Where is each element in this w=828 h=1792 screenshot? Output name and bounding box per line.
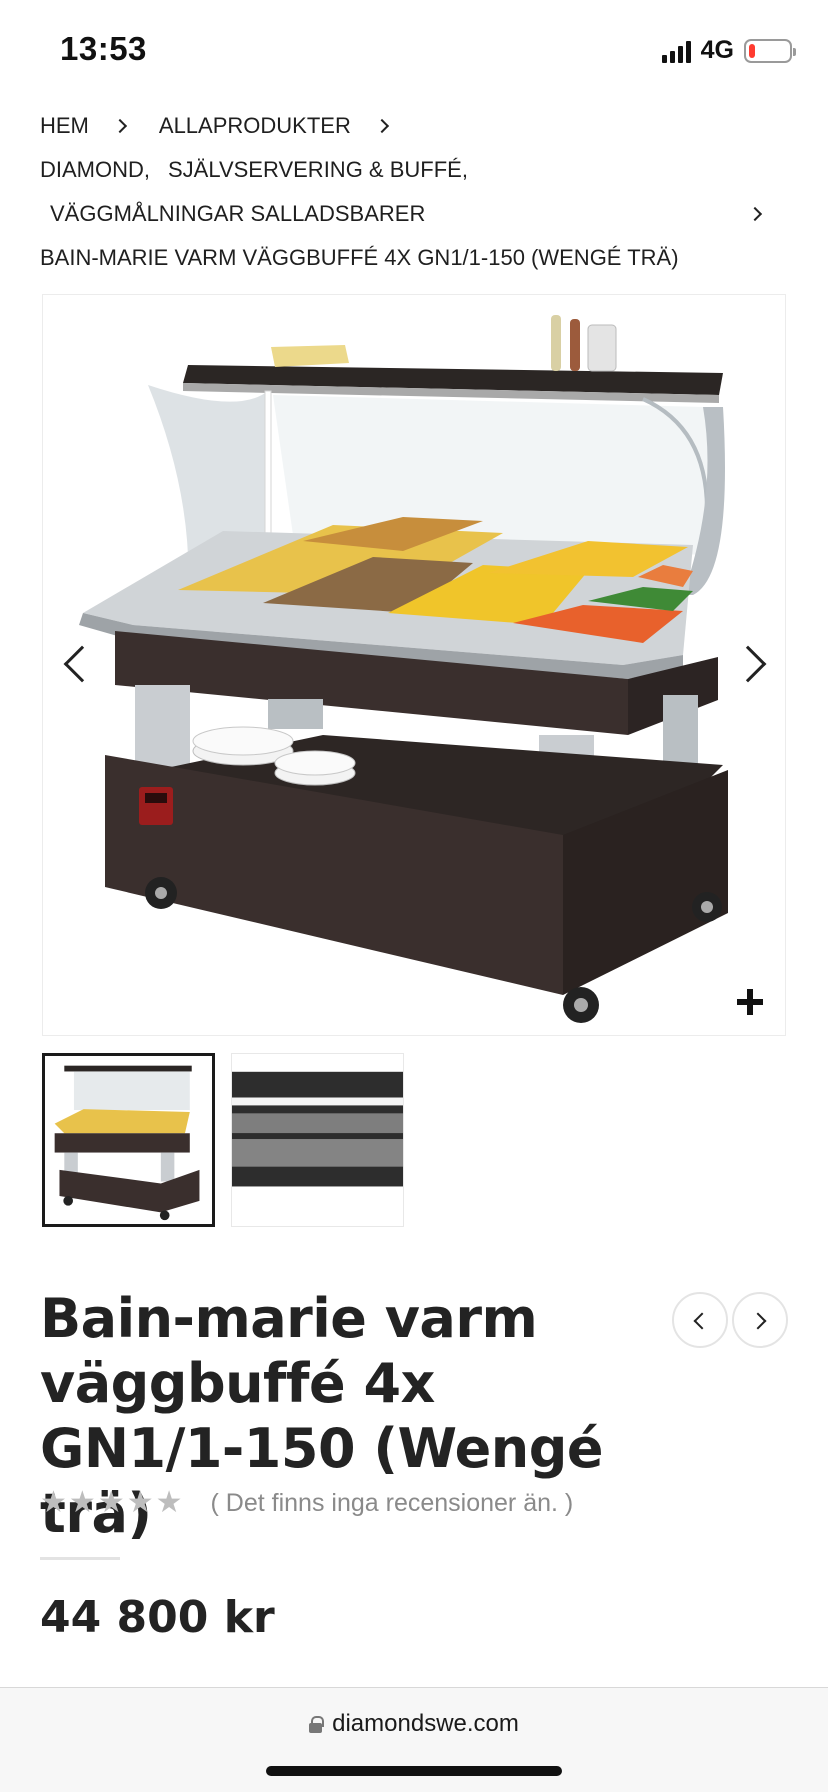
thumbnail-led-detail[interactable]	[231, 1053, 404, 1227]
breadcrumb-category-diamond[interactable]: DIAMOND,	[40, 157, 150, 183]
url-text: diamondswe.com	[332, 1710, 519, 1737]
breadcrumb-row: BAIN-MARIE VARM VÄGGBUFFÉ 4X GN1/1-150 (…	[40, 236, 780, 280]
divider	[40, 1557, 120, 1560]
chevron-right-icon	[747, 206, 763, 222]
chevron-right-icon	[374, 118, 389, 134]
lock-icon	[309, 1716, 325, 1733]
status-time: 13:53	[60, 30, 147, 67]
browser-bottom-bar: diamondswe.com	[0, 1687, 828, 1792]
product-gallery	[42, 294, 786, 1036]
breadcrumb-category-self-service[interactable]: SJÄLVSERVERING & BUFFÉ,	[168, 157, 468, 183]
breadcrumb-row: VÄGGMÅLNINGAR SALLADSBARER	[40, 192, 780, 236]
star-icon: ★	[40, 1486, 67, 1519]
breadcrumb-home[interactable]: HEM	[40, 113, 89, 139]
next-product-button[interactable]	[732, 1292, 788, 1348]
product-rating: ★ ★ ★ ★ ★ ( Det finns inga recensioner ä…	[40, 1488, 573, 1518]
star-icon: ★	[155, 1486, 183, 1519]
plus-icon[interactable]	[735, 987, 765, 1017]
breadcrumb-category-salad-bars[interactable]: VÄGGMÅLNINGAR SALLADSBARER	[50, 201, 425, 227]
chevron-right-icon	[749, 1312, 767, 1330]
thumbnail-led-image	[232, 1071, 403, 1187]
star-icon: ★	[126, 1486, 154, 1519]
product-image[interactable]	[43, 295, 787, 1037]
breadcrumb-row: HEM ALLAPRODUKTER	[40, 104, 780, 148]
breadcrumb-all-products[interactable]: ALLAPRODUKTER	[159, 113, 351, 139]
star-icon: ★	[68, 1486, 96, 1519]
signal-icon	[661, 39, 691, 63]
review-count-link[interactable]: ( Det finns inga recensioner än. )	[211, 1489, 574, 1518]
battery-level	[749, 43, 755, 58]
star-rating: ★ ★ ★ ★ ★	[40, 1488, 183, 1518]
home-indicator[interactable]	[266, 1766, 562, 1776]
breadcrumb-row: DIAMOND, SJÄLVSERVERING & BUFFÉ,	[40, 148, 780, 192]
network-label: 4G	[700, 36, 734, 64]
chevron-left-icon	[693, 1312, 711, 1330]
thumbnail-product[interactable]	[42, 1053, 215, 1227]
star-icon: ★	[97, 1486, 125, 1519]
status-indicators: 4G	[661, 36, 796, 65]
previous-product-button[interactable]	[672, 1292, 728, 1348]
thumbnail-product-image	[54, 1065, 200, 1221]
breadcrumb-current: BAIN-MARIE VARM VÄGGBUFFÉ 4X GN1/1-150 (…	[40, 245, 679, 270]
chevron-right-icon	[112, 118, 127, 134]
status-bar: 13:53 4G	[0, 0, 828, 100]
thumbnail-strip	[42, 1053, 404, 1227]
breadcrumb: HEM ALLAPRODUKTER DIAMOND, SJÄLVSERVERIN…	[40, 104, 780, 280]
battery-icon	[744, 38, 796, 63]
address-bar[interactable]: diamondswe.com	[0, 1710, 828, 1738]
product-price: 44 800 kr	[40, 1592, 275, 1643]
